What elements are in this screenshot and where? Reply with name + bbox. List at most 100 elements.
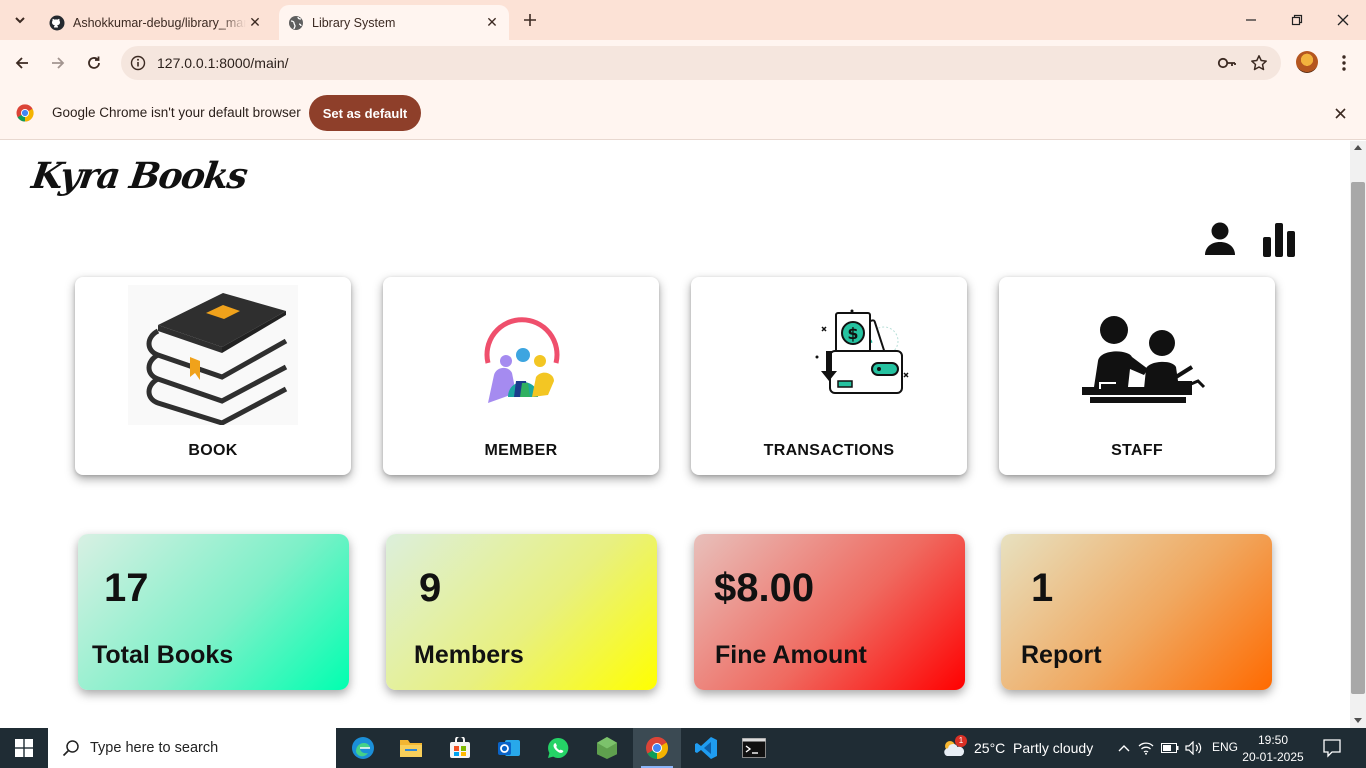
close-window-button[interactable]: [1320, 0, 1366, 40]
taskbar-search-box[interactable]: Type here to search: [48, 728, 336, 768]
user-icon[interactable]: [1202, 221, 1238, 257]
stat-value: 1: [1031, 566, 1054, 610]
forward-button[interactable]: [44, 49, 72, 77]
github-icon: [49, 15, 65, 31]
plus-icon: [524, 14, 536, 26]
site-logo[interactable]: Kyra Books: [29, 155, 249, 197]
password-key-icon[interactable]: [1217, 55, 1237, 76]
stat-label: Report: [1021, 641, 1102, 669]
staff-card[interactable]: STAFF: [999, 277, 1275, 475]
card-label: BOOK: [188, 442, 238, 459]
transactions-card[interactable]: $ TRANSACTIONS: [691, 277, 967, 475]
whatsapp-icon[interactable]: [534, 728, 582, 768]
books-stack-illustration: [128, 285, 298, 425]
browser-toolbar: 127.0.0.1:8000/main/: [0, 40, 1366, 86]
back-button[interactable]: [8, 49, 36, 77]
svg-text:$: $: [847, 324, 858, 343]
edge-icon[interactable]: [339, 728, 387, 768]
site-info-icon[interactable]: [130, 55, 146, 76]
card-label: MEMBER: [484, 442, 558, 459]
page-scrollbar[interactable]: [1350, 141, 1366, 728]
stat-label: Total Books: [92, 641, 234, 669]
arrow-right-icon: [52, 57, 65, 69]
scroll-down-arrow-icon[interactable]: [1354, 718, 1362, 723]
default-browser-infobar: Google Chrome isn't your default browser…: [0, 86, 1366, 140]
tab-strip: Ashokkumar-debug/library_management ✕ Li…: [0, 0, 1366, 40]
start-button[interactable]: [0, 728, 48, 768]
profile-avatar[interactable]: [1296, 51, 1318, 73]
store-icon[interactable]: [436, 728, 484, 768]
total-books-stat[interactable]: 17 Total Books: [78, 534, 349, 690]
stat-value: 9: [419, 566, 442, 610]
reload-icon: [88, 56, 100, 69]
file-explorer-icon[interactable]: [387, 728, 435, 768]
close-tab-icon[interactable]: ✕: [246, 14, 264, 32]
wifi-icon[interactable]: [1134, 741, 1158, 755]
clock-date: 20-01-2025: [1242, 750, 1304, 764]
restore-button[interactable]: [1274, 0, 1320, 40]
stat-value: 17: [104, 566, 149, 610]
tab-search-button[interactable]: [6, 7, 34, 33]
weather-text: 25°C Partly cloudy: [974, 740, 1094, 756]
address-bar[interactable]: 127.0.0.1:8000/main/: [121, 46, 1281, 80]
system-tray: [1114, 728, 1206, 768]
scroll-up-arrow-icon[interactable]: [1354, 145, 1362, 150]
stat-label: Fine Amount: [715, 641, 867, 669]
fine-amount-stat[interactable]: $8.00 Fine Amount: [694, 534, 965, 690]
chrome-menu-button[interactable]: [1334, 52, 1354, 74]
search-icon: [62, 740, 79, 757]
book-card[interactable]: BOOK: [75, 277, 351, 475]
notification-center-icon[interactable]: [1322, 738, 1342, 763]
search-placeholder: Type here to search: [90, 740, 219, 756]
outlook-icon[interactable]: [485, 728, 533, 768]
minimize-icon: [1246, 19, 1256, 21]
language-indicator[interactable]: ENG: [1212, 740, 1238, 754]
infobar-message: Google Chrome isn't your default browser: [52, 105, 301, 120]
chrome-logo-icon: [16, 104, 34, 122]
page-viewport: Kyra Books BOOK MEMBER $ TRANSACTIONS ST…: [0, 141, 1350, 728]
vscode-icon[interactable]: [682, 728, 730, 768]
url-text[interactable]: 127.0.0.1:8000/main/: [157, 55, 289, 71]
tab-library-system[interactable]: Library System ✕: [279, 5, 509, 40]
set-as-default-button[interactable]: Set as default: [309, 95, 421, 131]
more-vertical-icon: [1342, 55, 1346, 71]
members-stat[interactable]: 9 Members: [386, 534, 657, 690]
windows-taskbar: Type here to search 1 25°C Partly cloudy: [0, 728, 1366, 768]
members-group-illustration: [436, 285, 606, 425]
close-infobar-button[interactable]: [1330, 103, 1350, 123]
battery-icon[interactable]: [1158, 743, 1182, 753]
member-card[interactable]: MEMBER: [383, 277, 659, 475]
chevron-up-icon[interactable]: [1114, 744, 1134, 752]
restore-icon: [1291, 14, 1303, 26]
globe-icon: [288, 15, 304, 31]
stat-label: Members: [414, 641, 524, 669]
clock-time: 19:50: [1257, 733, 1289, 747]
close-icon: [1334, 107, 1346, 119]
tab-title: Ashokkumar-debug/library_management: [73, 15, 246, 30]
tab-title: Library System: [312, 15, 396, 30]
new-tab-button[interactable]: [518, 8, 542, 32]
terminal-icon[interactable]: [730, 728, 778, 768]
bookmark-star-icon[interactable]: [1250, 54, 1268, 77]
chrome-icon[interactable]: [633, 728, 681, 768]
report-stat[interactable]: 1 Report: [1001, 534, 1272, 690]
nodejs-icon[interactable]: [583, 728, 631, 768]
bar-chart-icon[interactable]: [1260, 221, 1298, 257]
arrow-left-icon: [15, 57, 28, 69]
partly-cloudy-icon: 1: [942, 735, 967, 759]
weather-badge: 1: [955, 735, 967, 747]
windows-logo-icon: [15, 739, 33, 757]
close-icon: [1337, 14, 1349, 26]
tab-github[interactable]: Ashokkumar-debug/library_management ✕: [40, 5, 272, 40]
taskbar-clock[interactable]: 19:50 20-01-2025: [1242, 732, 1304, 766]
scrollbar-thumb[interactable]: [1351, 182, 1365, 694]
reload-button[interactable]: [80, 49, 108, 77]
chevron-down-icon: [15, 17, 25, 24]
close-tab-icon[interactable]: ✕: [483, 14, 501, 32]
card-label: TRANSACTIONS: [763, 442, 895, 459]
card-label: STAFF: [1111, 442, 1163, 459]
volume-icon[interactable]: [1182, 741, 1206, 755]
wallet-money-illustration: $: [744, 285, 914, 425]
weather-widget[interactable]: 1 25°C Partly cloudy: [942, 728, 1093, 768]
minimize-button[interactable]: [1228, 0, 1274, 40]
